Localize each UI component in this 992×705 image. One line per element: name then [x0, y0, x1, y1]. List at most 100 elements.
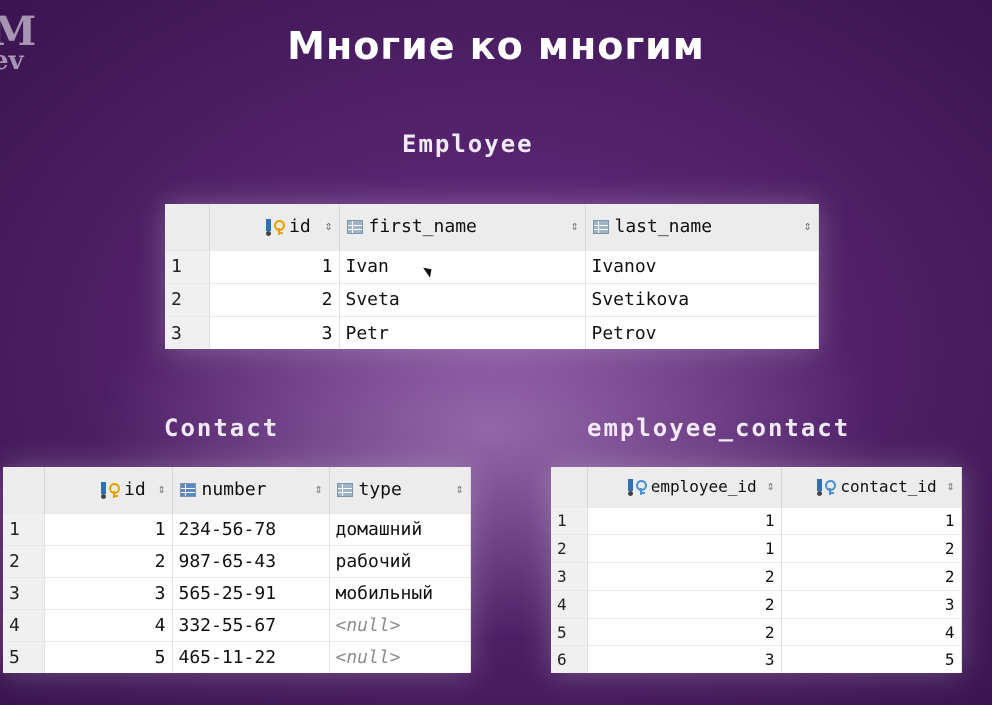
row-number: 2 [551, 534, 588, 563]
table-row[interactable]: 1 1 1 [551, 506, 962, 535]
row-number: 1 [551, 506, 588, 535]
cell-number[interactable]: 332-55-67 [172, 608, 330, 642]
cell-number[interactable]: 465-11-22 [172, 641, 330, 673]
table-row[interactable]: 2 1 2 [551, 534, 962, 563]
table-row[interactable]: 1 1 Ivan Ivanov [165, 249, 819, 284]
column-icon [336, 481, 356, 499]
table-row[interactable]: 3 3 Petr Petrov [165, 316, 819, 349]
cell-employee-id[interactable]: 2 [587, 589, 782, 619]
cell-number[interactable]: 234-56-78 [172, 512, 330, 546]
table-row[interactable]: 2 2 987-65-43 рабочий [3, 544, 471, 578]
employee-caption: Employee [402, 130, 534, 158]
cell-last-name[interactable]: Petrov [585, 316, 819, 349]
column-label: first_name [368, 216, 477, 238]
cell-contact-id[interactable]: 1 [781, 506, 962, 535]
table-row[interactable]: 5 5 465-11-22 <null> [3, 641, 471, 673]
row-number: 2 [165, 282, 210, 317]
contact-col-type[interactable]: type ⇕ [329, 467, 471, 513]
cell-type-null[interactable]: <null> [329, 608, 471, 642]
contact-col-id[interactable]: id ⇕ [44, 467, 173, 513]
column-label: contact_id [840, 477, 937, 497]
cell-first-name[interactable]: Ivan [339, 249, 586, 284]
cell-last-name[interactable]: Svetikova [585, 282, 819, 317]
contact-table: id ⇕ number ⇕ type ⇕ 1 1 234-56-78 домаш… [3, 467, 471, 673]
sort-icon[interactable]: ⇕ [158, 482, 166, 497]
employee-contact-col-contact-id[interactable]: contact_id ⇕ [781, 467, 962, 507]
slide-title: Многие ко многим [287, 24, 705, 68]
cell-contact-id[interactable]: 4 [781, 617, 962, 646]
cell-id[interactable]: 1 [44, 512, 173, 546]
row-number-header [551, 467, 588, 507]
sort-icon[interactable]: ⇕ [315, 482, 323, 497]
cell-first-name[interactable]: Sveta [339, 282, 586, 317]
employee-header-row: id ⇕ first_name ⇕ last_name ⇕ [165, 204, 819, 250]
column-label: id [123, 479, 146, 501]
table-row[interactable]: 3 3 565-25-91 мобильный [3, 576, 471, 610]
cell-type[interactable]: рабочий [329, 544, 471, 578]
cell-employee-id[interactable]: 2 [587, 562, 782, 591]
cell-number[interactable]: 565-25-91 [172, 576, 330, 610]
contact-header-row: id ⇕ number ⇕ type ⇕ [3, 467, 471, 513]
cell-last-name[interactable]: Ivanov [585, 249, 819, 284]
column-label: last_name [614, 216, 713, 238]
employee-col-id[interactable]: id ⇕ [209, 204, 340, 250]
row-number: 1 [3, 512, 45, 546]
row-number-header [3, 467, 45, 513]
column-icon [346, 218, 366, 236]
table-row[interactable]: 4 4 332-55-67 <null> [3, 608, 471, 642]
cell-contact-id[interactable]: 3 [781, 589, 962, 619]
cell-type[interactable]: мобильный [329, 576, 471, 610]
sort-icon[interactable]: ⇕ [804, 219, 812, 234]
table-row[interactable]: 4 2 3 [551, 589, 962, 619]
table-row[interactable]: 5 2 4 [551, 617, 962, 646]
row-number: 6 [551, 645, 588, 673]
cell-id[interactable]: 3 [209, 316, 340, 349]
cell-employee-id[interactable]: 1 [587, 534, 782, 563]
cell-contact-id[interactable]: 2 [781, 562, 962, 591]
foreign-key-icon [627, 478, 648, 496]
row-number: 4 [551, 589, 588, 619]
table-row[interactable]: 2 2 Sveta Svetikova [165, 282, 819, 317]
table-row[interactable]: 3 2 2 [551, 562, 962, 591]
cell-type[interactable]: домашний [329, 512, 471, 546]
employee-col-last-name[interactable]: last_name ⇕ [585, 204, 819, 250]
column-label: employee_id [650, 477, 757, 497]
sort-icon[interactable]: ⇕ [456, 482, 464, 497]
cell-contact-id[interactable]: 2 [781, 534, 962, 563]
cell-id[interactable]: 1 [209, 249, 340, 284]
cell-contact-id[interactable]: 5 [781, 645, 962, 673]
row-number: 5 [551, 617, 588, 646]
sort-icon[interactable]: ⇕ [571, 219, 579, 234]
key-icon [100, 481, 121, 499]
sort-icon[interactable]: ⇕ [325, 219, 333, 234]
sort-icon[interactable]: ⇕ [947, 479, 955, 494]
cell-type-null[interactable]: <null> [329, 641, 471, 673]
employee-col-first-name[interactable]: first_name ⇕ [339, 204, 586, 250]
row-number: 4 [3, 608, 45, 642]
cell-number[interactable]: 987-65-43 [172, 544, 330, 578]
cell-employee-id[interactable]: 1 [587, 506, 782, 535]
row-number: 3 [3, 576, 45, 610]
table-row[interactable]: 6 3 5 [551, 645, 962, 673]
key-icon [265, 218, 286, 236]
cell-id[interactable]: 3 [44, 576, 173, 610]
column-icon [179, 481, 199, 499]
employee-contact-table: employee_id ⇕ contact_id ⇕ 1 1 1 2 1 2 3… [551, 467, 962, 673]
cell-id[interactable]: 4 [44, 608, 173, 642]
column-label: id [288, 216, 311, 238]
cell-first-name[interactable]: Petr [339, 316, 586, 349]
cell-id[interactable]: 5 [44, 641, 173, 673]
cell-employee-id[interactable]: 2 [587, 617, 782, 646]
row-number-header [165, 204, 210, 250]
contact-caption: Contact [164, 414, 280, 442]
employee-contact-col-employee-id[interactable]: employee_id ⇕ [587, 467, 782, 507]
sort-icon[interactable]: ⇕ [767, 479, 775, 494]
row-number: 3 [165, 316, 210, 349]
cell-id[interactable]: 2 [209, 282, 340, 317]
employee-contact-header-row: employee_id ⇕ contact_id ⇕ [551, 467, 962, 507]
employee-table: id ⇕ first_name ⇕ last_name ⇕ 1 1 Ivan I… [165, 204, 819, 349]
table-row[interactable]: 1 1 234-56-78 домашний [3, 512, 471, 546]
cell-id[interactable]: 2 [44, 544, 173, 578]
contact-col-number[interactable]: number ⇕ [172, 467, 330, 513]
cell-employee-id[interactable]: 3 [587, 645, 782, 673]
